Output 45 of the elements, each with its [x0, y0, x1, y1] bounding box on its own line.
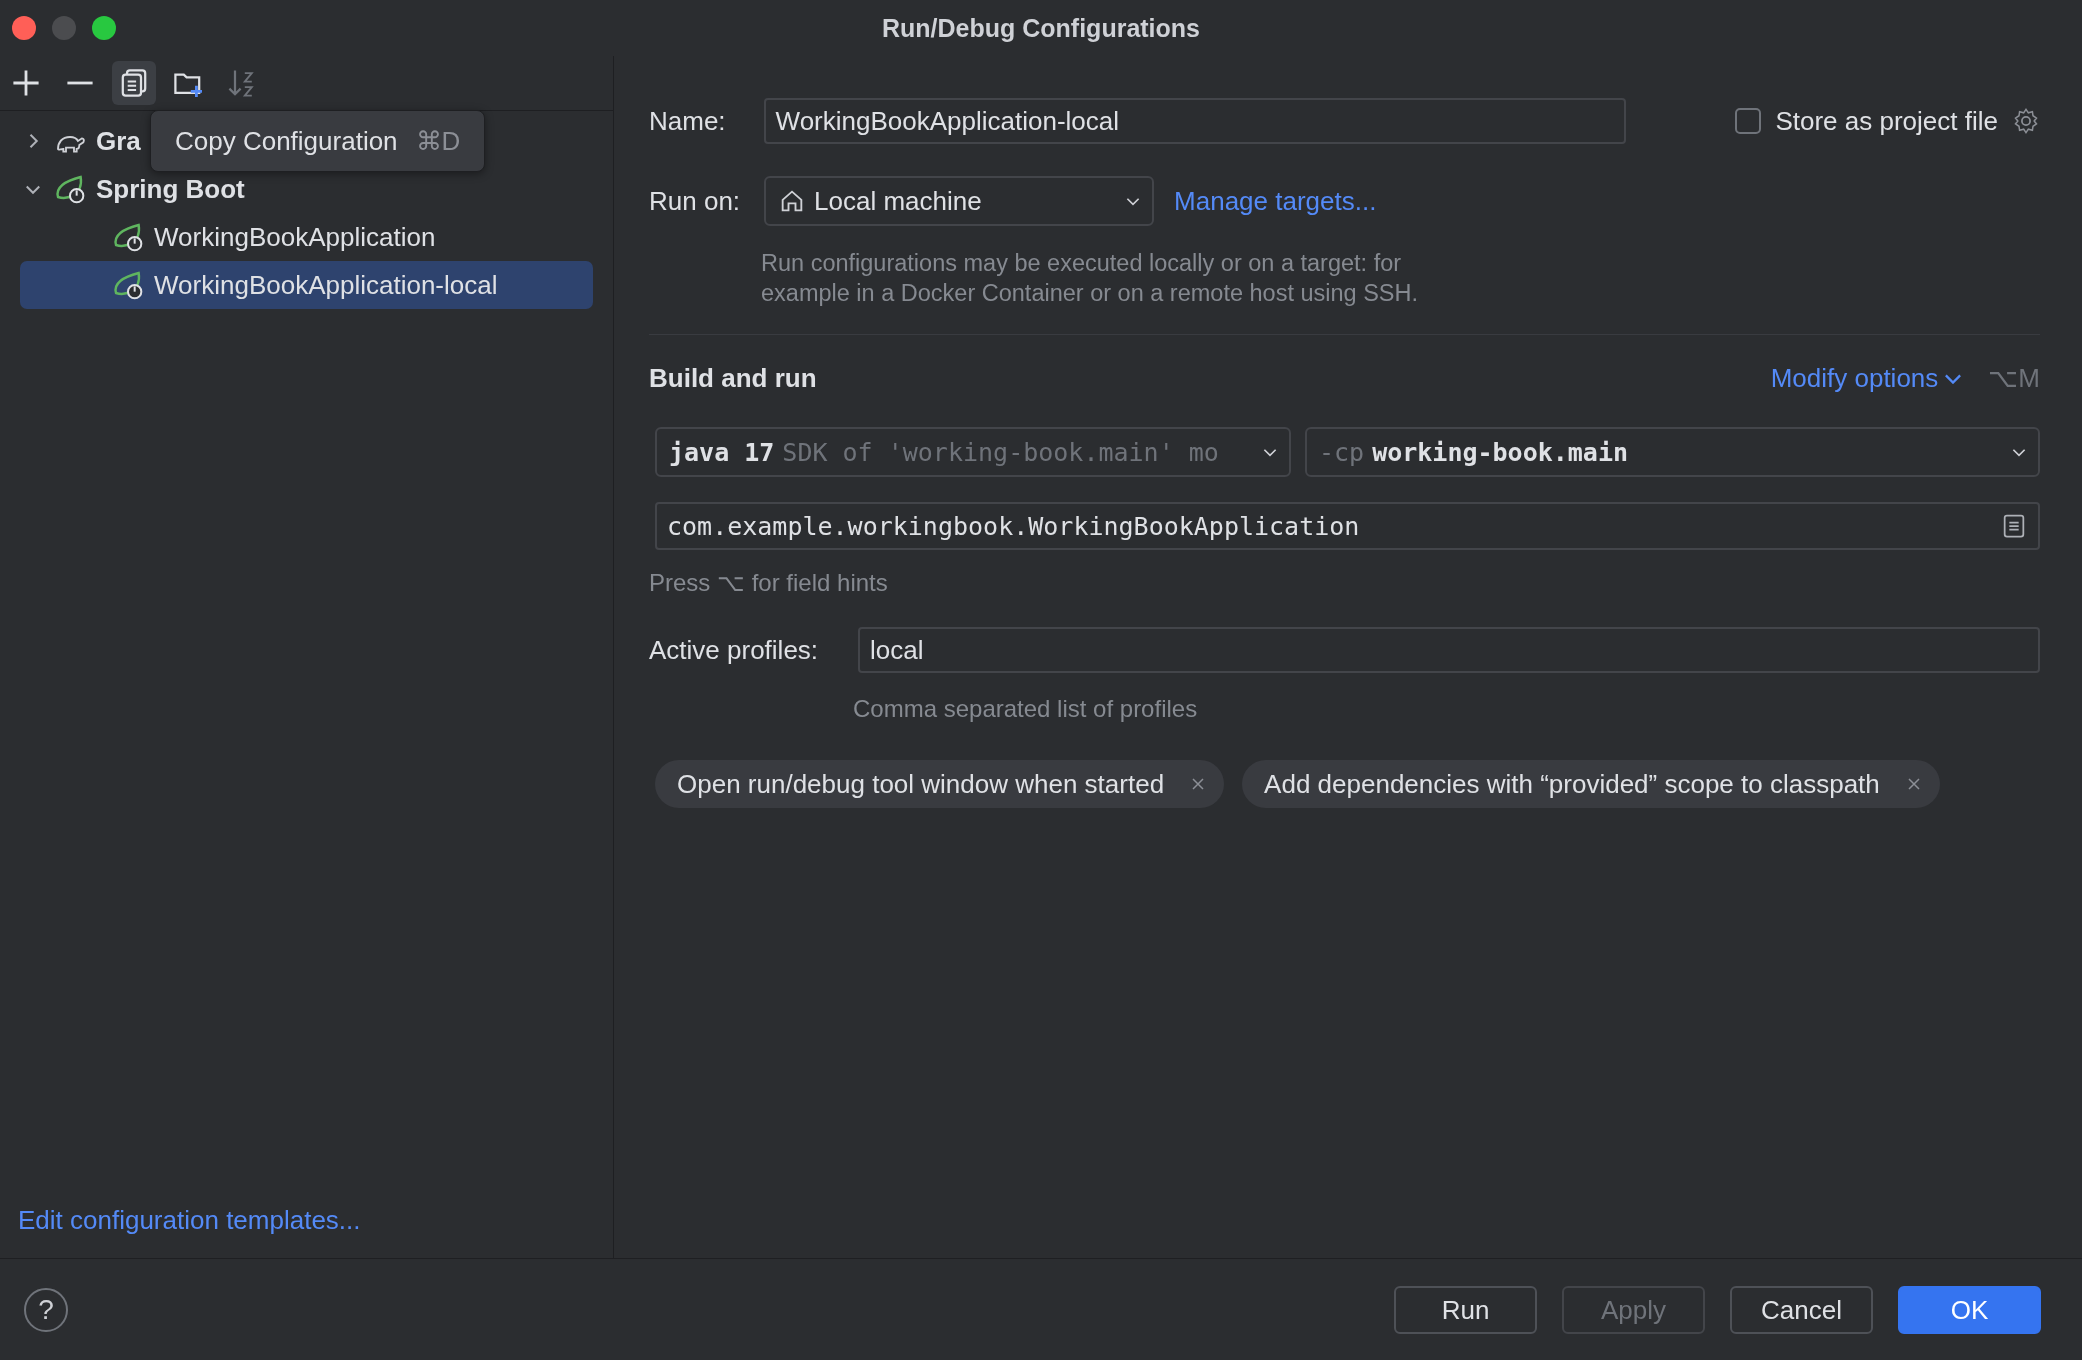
main-class-field[interactable]: com.example.workingbook.WorkingBookApplication	[655, 502, 2040, 550]
jre-dropdown[interactable]: java 17 SDK of 'working-book.main' mo	[655, 427, 1291, 477]
dialog-button[interactable]: Run	[1394, 1286, 1537, 1334]
tree-item[interactable]: WorkingBookApplication-local	[20, 261, 593, 309]
tree-item[interactable]: Spring Boot	[20, 165, 593, 213]
caret-icon	[1944, 373, 1963, 384]
close-icon[interactable]	[1905, 776, 1922, 792]
add-icon	[12, 69, 40, 97]
sort-icon	[228, 69, 256, 97]
option-chip[interactable]: Add dependencies with “provided” scope to classpath	[1242, 760, 1940, 808]
dialog-button[interactable]: Cancel	[1730, 1286, 1873, 1334]
shortcut-text: ⌘D	[415, 125, 461, 157]
name-field[interactable]: WorkingBookApplication-local	[763, 98, 1626, 144]
tree-item[interactable]: WorkingBookApplication	[20, 213, 593, 261]
shortcut-text: ⌥M	[1988, 363, 2040, 394]
checkbox-label: Store as project file	[1775, 105, 1998, 137]
help-button[interactable]: ?	[24, 1288, 68, 1332]
tooltip-text: Copy Configuration	[175, 125, 398, 157]
close-icon[interactable]	[1190, 776, 1207, 792]
profiles-hint: Comma separated list of profiles	[853, 695, 1199, 723]
leaf-icon	[112, 270, 144, 300]
modify-options-link[interactable]: Modify options	[1770, 363, 1939, 394]
name-label: Name:	[649, 105, 726, 137]
run-on-label: Run on:	[649, 185, 741, 217]
checkbox[interactable]	[1735, 108, 1762, 134]
leaf-icon	[54, 174, 86, 204]
run-on-dropdown[interactable]: Local machine	[764, 176, 1155, 226]
zoom-button[interactable]	[92, 16, 116, 40]
window-title: Run/Debug Configurations	[882, 13, 1200, 43]
copy-icon	[120, 69, 148, 97]
active-profiles-label: Active profiles:	[649, 634, 819, 666]
active-profiles-field[interactable]: local	[858, 627, 2040, 673]
minus-icon	[66, 80, 94, 86]
edit-templates-link[interactable]: Edit configuration templates...	[18, 1205, 361, 1235]
run-on-description: Run configurations may be executed locally or on a target: for example in a Docker Container or on a remote host using SSH.	[761, 249, 1420, 308]
manage-targets-link[interactable]: Manage targets...	[1174, 185, 1377, 217]
copy-button[interactable]	[112, 61, 156, 105]
section-title: Build and run	[649, 363, 817, 394]
option-chip[interactable]: Open run/debug tool window when started	[655, 760, 1225, 808]
field-hint: Press ⌥ for field hints	[649, 569, 889, 597]
leaf-icon	[112, 222, 144, 252]
close-button[interactable]	[12, 16, 36, 40]
settings-icon[interactable]	[2012, 107, 2040, 135]
dialog-button[interactable]: OK	[1898, 1286, 2041, 1334]
classpath-dropdown[interactable]: -cp working-book.main	[1305, 427, 2040, 477]
